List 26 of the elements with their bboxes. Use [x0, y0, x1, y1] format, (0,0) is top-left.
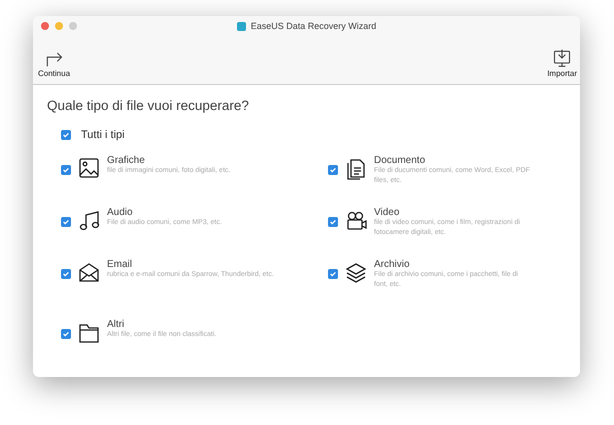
file-type-name: Documento: [374, 155, 426, 166]
import-button[interactable]: Importar: [547, 48, 577, 78]
app-icon: [236, 22, 246, 30]
checkbox[interactable]: [61, 329, 71, 339]
file-type-name: Archivio: [374, 259, 411, 270]
checkbox[interactable]: [328, 269, 338, 279]
checkbox[interactable]: [61, 165, 71, 175]
checkbox[interactable]: [61, 269, 71, 279]
file-type-name: Email: [107, 259, 134, 270]
checkbox[interactable]: [328, 217, 338, 227]
checkbox[interactable]: [61, 130, 71, 140]
file-type-name: Grafiche: [107, 155, 146, 166]
question-heading: Quale tipo di file vuoi recuperare?: [47, 98, 250, 113]
file-type-name: Audio: [107, 207, 134, 218]
checkbox-label: Tutti i tipi: [81, 129, 125, 141]
close-button[interactable]: [41, 22, 49, 30]
file-type-name: Video: [374, 207, 400, 218]
layers-icon: [345, 261, 367, 285]
window-title: EaseUS Data Recovery Wizard: [250, 21, 376, 31]
checkbox[interactable]: [328, 165, 338, 175]
music-note-icon: [78, 209, 100, 233]
document-icon: [345, 157, 367, 181]
checkbox[interactable]: [61, 217, 71, 227]
continue-button[interactable]: Continua: [38, 48, 70, 78]
file-type-name: Altri: [107, 319, 126, 330]
download-tray-icon: [552, 48, 572, 68]
